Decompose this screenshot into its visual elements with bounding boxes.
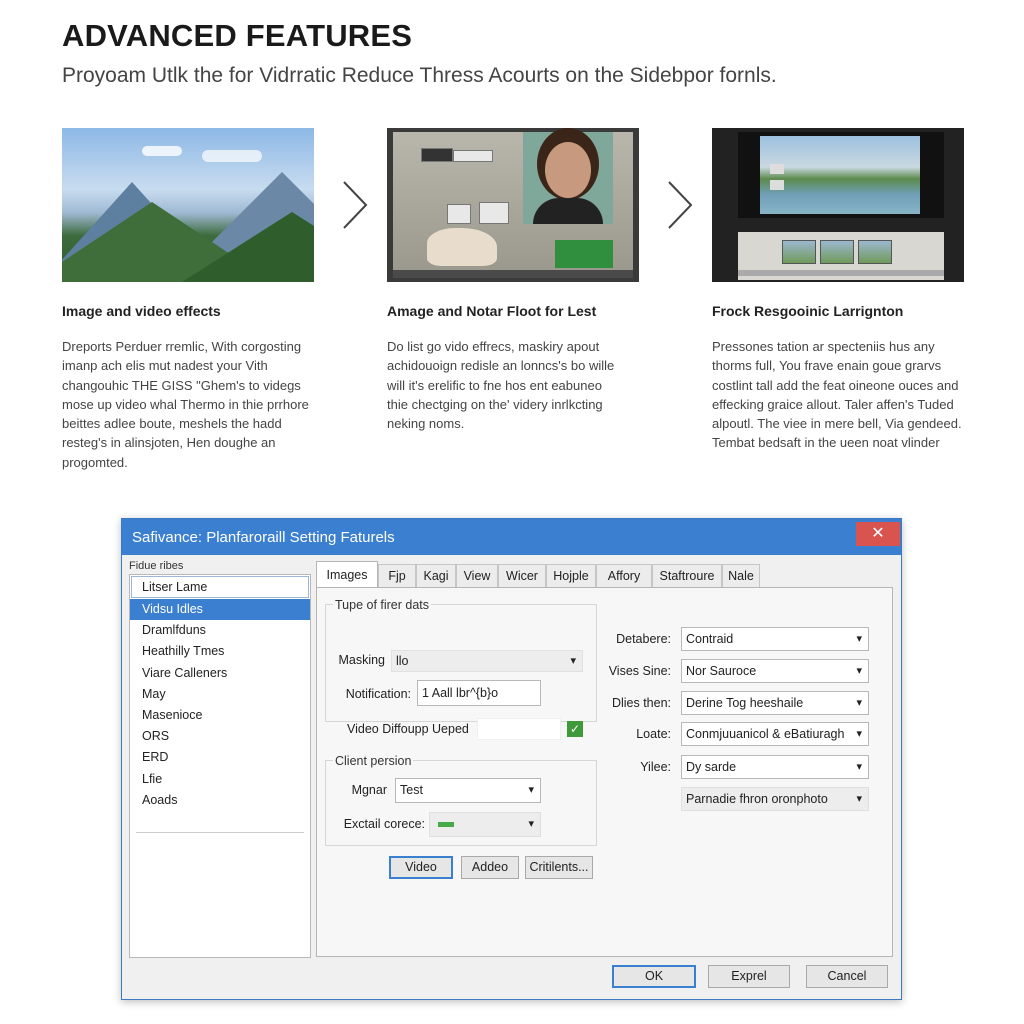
video-call-thumbnail — [387, 128, 639, 282]
video-option-field[interactable] — [477, 718, 561, 740]
group-title: Client persion — [333, 754, 414, 768]
feature-title: Amage and Notar Floot for Lest — [387, 303, 597, 319]
feature-description: Do list go vido effrecs, maskiry apout ac… — [387, 339, 615, 432]
sidebar-label: Fidue ribes — [129, 560, 184, 572]
feature-title: Image and video effects — [62, 303, 221, 319]
dlies-then-label: Dlies then: — [611, 696, 671, 710]
yilee-select[interactable]: Dy sarde ▾ — [681, 755, 869, 779]
yilee-label: Yilee: — [640, 760, 671, 774]
sidebar-item[interactable]: Litser Lame — [131, 576, 309, 598]
progress-indicator — [438, 822, 454, 828]
feature-card-editor: Frock Resgooinic Larrignton Pressones ta… — [712, 128, 964, 453]
sidebar-item[interactable]: Dramlfduns — [130, 620, 310, 641]
preset-select[interactable]: Parnadie fhron oronphoto ▾ — [681, 787, 869, 811]
tab-images[interactable]: Images — [316, 561, 378, 588]
sidebar-divider — [136, 832, 304, 833]
dlies-then-select[interactable]: Derine Tog heeshaile ▾ — [681, 691, 869, 715]
mgnar-select[interactable]: Test ▾ — [395, 778, 541, 803]
masking-label: Masking — [338, 653, 385, 667]
tab-hojple[interactable]: Hojple — [546, 564, 596, 587]
editor-thumbnail — [712, 128, 964, 282]
masking-select[interactable]: llo ▾ — [391, 650, 583, 672]
video-option-label: Video Diffoupp Ueped — [347, 722, 469, 736]
tab-fjp[interactable]: Fjp — [378, 564, 416, 587]
close-icon[interactable]: ✕ — [856, 522, 900, 546]
group-title: Tupe of firer dats — [333, 598, 432, 612]
sidebar-item[interactable]: Viare Calleners — [130, 663, 310, 684]
loate-select[interactable]: Conmjuuanicol & eBatiuragh ▾ — [681, 722, 869, 746]
chevron-down-icon: ▾ — [856, 697, 862, 709]
vises-sine-label: Vises Sine: — [608, 664, 671, 678]
sidebar-item[interactable]: Heathilly Tmes — [130, 641, 310, 662]
ok-button[interactable]: OK — [612, 965, 696, 988]
chevron-down-icon: ▾ — [856, 633, 862, 645]
exprel-button[interactable]: Exprel — [708, 965, 790, 988]
notification-input[interactable]: 1 Aall lbr^{b}o — [417, 680, 541, 706]
external-label: Exctail corece: — [343, 817, 425, 831]
vises-sine-select[interactable]: Nor Sauroce ▾ — [681, 659, 869, 683]
landscape-thumbnail — [62, 128, 314, 282]
critilents-button[interactable]: Critilents... — [525, 856, 593, 879]
detabere-label: Detabere: — [616, 632, 671, 646]
sidebar-item[interactable]: May — [130, 684, 310, 705]
tab-nale[interactable]: Nale — [722, 564, 760, 587]
sidebar-item[interactable]: ORS — [130, 726, 310, 747]
feature-description: Pressones tation ar specteniis hus any th… — [712, 339, 962, 451]
tab-view[interactable]: View — [456, 564, 498, 587]
notification-label: Notification: — [345, 687, 411, 701]
chevron-down-icon: ▾ — [856, 761, 862, 773]
external-select[interactable]: ▾ — [429, 812, 541, 837]
tab-staftroure[interactable]: Staftroure — [652, 564, 722, 587]
chevron-down-icon: ▾ — [528, 784, 534, 796]
dialog-titlebar[interactable]: Safivance: Planfaroraill Setting Faturel… — [122, 519, 901, 555]
sidebar-item[interactable]: Lfie — [130, 769, 310, 790]
chevron-down-icon: ▾ — [528, 818, 534, 830]
chevron-down-icon: ▾ — [570, 655, 576, 667]
feature-card-video-call: Amage and Notar Floot for Lest Do list g… — [387, 128, 639, 433]
cancel-button[interactable]: Cancel — [806, 965, 888, 988]
dialog-title: Safivance: Planfaroraill Setting Faturel… — [132, 529, 395, 546]
chevron-down-icon: ▾ — [856, 728, 862, 740]
tab-wicer[interactable]: Wicer — [498, 564, 546, 587]
sidebar-item-selected[interactable]: Vidsu Idles — [130, 599, 310, 621]
tab-panel-images: Tupe of firer dats Masking llo ▾ Notifica… — [316, 587, 893, 957]
settings-dialog: Safivance: Planfaroraill Setting Faturel… — [121, 518, 902, 1000]
loate-label: Loate: — [636, 727, 671, 741]
tab-kagi[interactable]: Kagi — [416, 564, 456, 587]
chevron-down-icon: ▾ — [856, 793, 862, 805]
sidebar-item[interactable]: Masenioce — [130, 705, 310, 726]
feature-card-image-effects: Image and video effects Dreports Perduer… — [62, 128, 314, 472]
chevron-down-icon: ▾ — [856, 665, 862, 677]
mgnar-label: Mgnar — [351, 783, 387, 797]
chevron-right-icon — [668, 181, 693, 229]
sidebar-item[interactable]: Aoads — [130, 790, 310, 811]
feature-title: Frock Resgooinic Larrignton — [712, 303, 904, 319]
sidebar-item[interactable]: ERD — [130, 747, 310, 768]
chevron-right-icon — [343, 181, 368, 229]
page-subtitle: Proyoam Utlk the for Vidrratic Reduce Th… — [62, 64, 777, 87]
feature-description: Dreports Perduer rremlic, With corgostin… — [62, 339, 309, 470]
sidebar-list[interactable]: Litser Lame Vidsu Idles Dramlfduns Heath… — [129, 574, 311, 958]
addeo-button[interactable]: Addeo — [461, 856, 519, 879]
tab-affory[interactable]: Affory — [596, 564, 652, 587]
checkbox-checked-icon[interactable]: ✓ — [567, 721, 583, 737]
detabere-select[interactable]: Contraid ▾ — [681, 627, 869, 651]
page-title: ADVANCED FEATURES — [62, 18, 413, 53]
video-button[interactable]: Video — [389, 856, 453, 879]
